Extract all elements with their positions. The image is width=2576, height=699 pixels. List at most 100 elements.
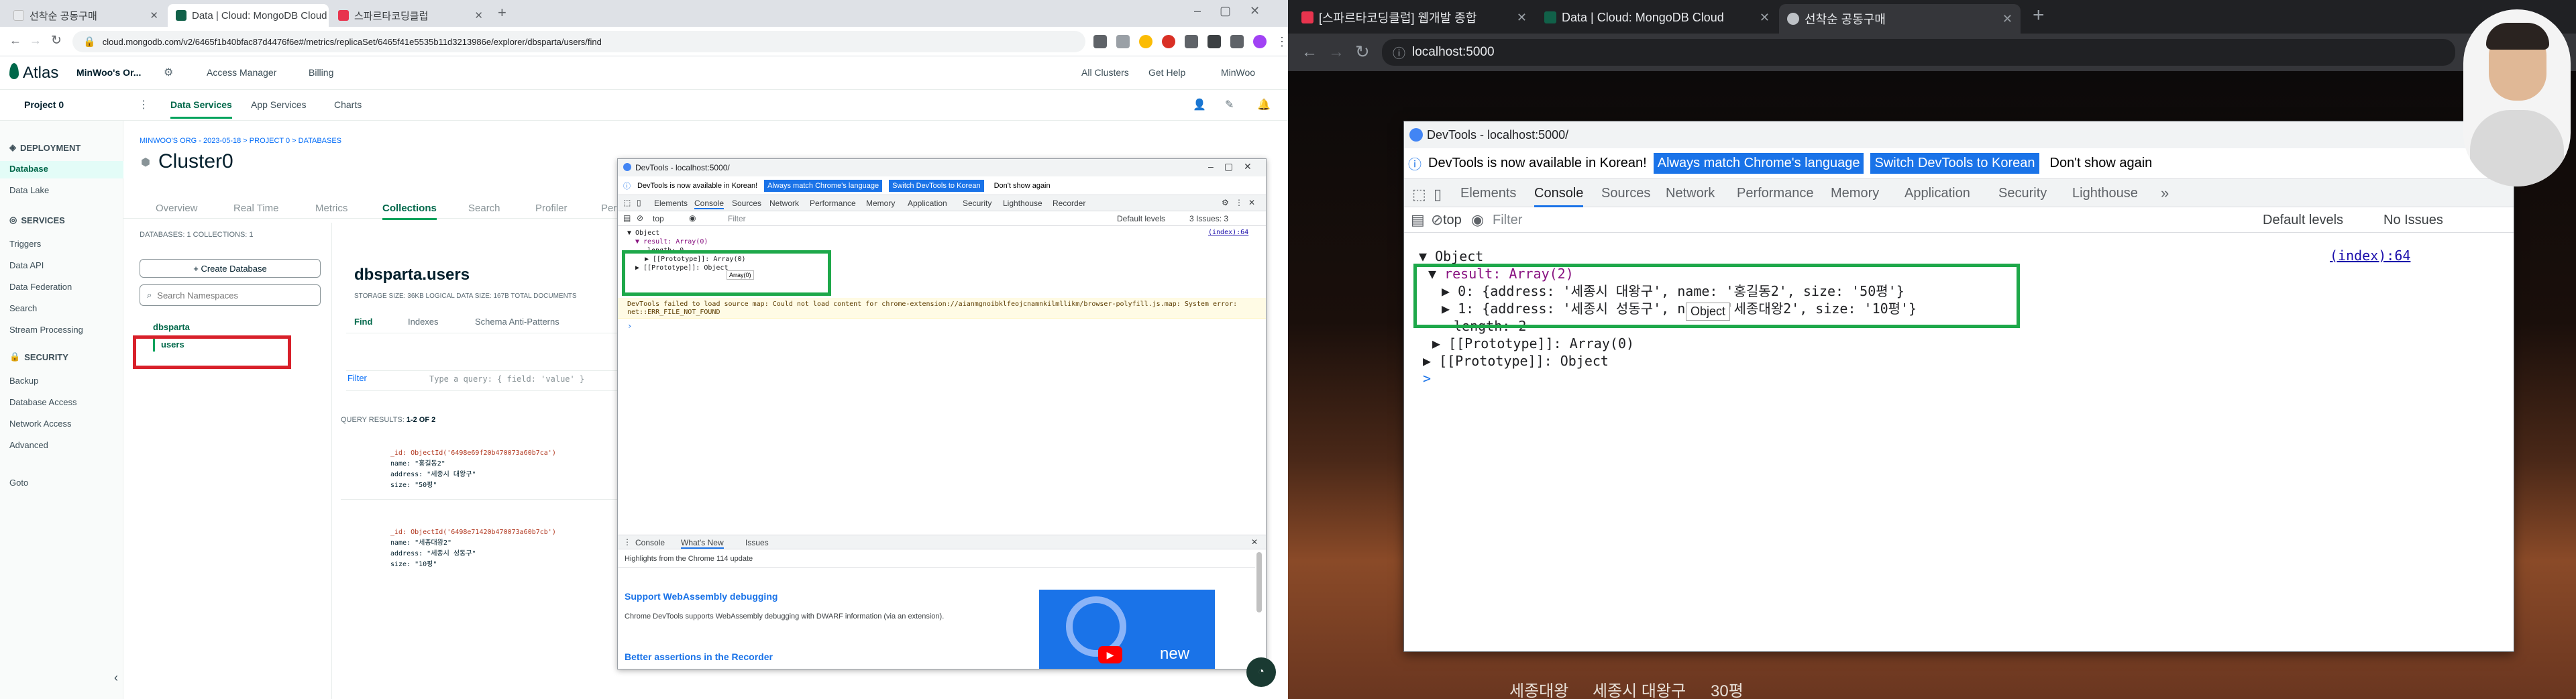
tab-performance[interactable]: Per	[601, 203, 616, 214]
sidebar-icon[interactable]	[1230, 35, 1244, 48]
org-selector[interactable]: MinWoo's Or...	[76, 67, 141, 78]
sidebar-item-data-api[interactable]: Data API	[9, 260, 44, 270]
clear-console-icon[interactable]: ⊘	[637, 213, 643, 223]
tab-lighthouse[interactable]: Lighthouse	[1003, 199, 1042, 208]
right-tab-0[interactable]: [스파르타코딩클럽] 웹개발 종합 ✕	[1293, 4, 1535, 31]
sidebar-item-database[interactable]: Database	[9, 164, 48, 174]
feature-link-recorder[interactable]: Better assertions in the Recorder	[625, 651, 773, 662]
levels-dropdown[interactable]: Default levels	[1117, 214, 1165, 223]
tab-application[interactable]: Application	[1904, 186, 1970, 201]
device-icon[interactable]: ▯	[637, 198, 641, 207]
always-match-button[interactable]: Always match Chrome's language	[764, 179, 883, 192]
sidebar-item-network-access[interactable]: Network Access	[9, 419, 71, 429]
console-line[interactable]: ▼ Object	[1419, 248, 1917, 265]
sidebar-item-data-lake[interactable]: Data Lake	[9, 185, 49, 195]
sidebar-toggle-icon[interactable]: ▤	[623, 213, 631, 223]
tab-collections[interactable]: Collections	[382, 203, 437, 220]
tab-security[interactable]: Security	[1998, 186, 2047, 201]
close-icon[interactable]: ✕	[474, 9, 483, 21]
document-card-1[interactable]: _id: ObjectId('6498e71420b470073a60b7cb'…	[390, 527, 556, 570]
inspect-icon[interactable]: ⬚	[1412, 186, 1426, 203]
tab-console[interactable]: Console	[1534, 186, 1584, 207]
youtube-play-icon[interactable]: ▶	[1098, 646, 1122, 663]
tab-memory[interactable]: Memory	[1831, 186, 1879, 201]
close-icon[interactable]: ✕	[1248, 198, 1255, 207]
close-icon[interactable]: ✕	[2002, 12, 2012, 26]
back-icon[interactable]: ←	[1301, 43, 1318, 62]
sidebar-item-search[interactable]: Search	[9, 303, 37, 313]
context-selector[interactable]: top	[653, 214, 664, 223]
forward-icon[interactable]: →	[30, 34, 42, 48]
tab-indexes[interactable]: Indexes	[408, 317, 439, 327]
tab-metrics[interactable]: Metrics	[315, 203, 347, 214]
tab-sources[interactable]: Sources	[1601, 186, 1650, 201]
drawer-tab-console[interactable]: Console	[635, 538, 665, 547]
filter-label[interactable]: Filter	[347, 373, 367, 383]
issues-badge[interactable]: No Issues	[2383, 213, 2443, 228]
left-tab-1[interactable]: Data | Cloud: MongoDB Cloud ✕	[168, 4, 329, 27]
breadcrumb[interactable]: MINWOO'S ORG - 2023-05-18 > PROJECT 0 > …	[140, 137, 341, 145]
reload-icon[interactable]: ↻	[51, 33, 62, 48]
source-link[interactable]: (index):64	[2330, 248, 2410, 264]
console-filter-input[interactable]: Filter	[1493, 213, 1522, 228]
nav-tab-data-services[interactable]: Data Services	[170, 99, 232, 119]
project-kebab-icon[interactable]: ⋮	[138, 98, 149, 111]
tab-lighthouse[interactable]: Lighthouse	[2072, 186, 2138, 201]
tab-network[interactable]: Network	[769, 199, 799, 208]
forward-icon[interactable]: →	[1328, 43, 1344, 62]
menu-kebab-icon[interactable]: ⋮	[1276, 35, 1288, 49]
more-tabs-icon[interactable]: »	[2161, 184, 2169, 202]
device-icon[interactable]: ▯	[1434, 186, 1442, 203]
chat-bubble-icon[interactable]: ◔	[1246, 657, 1276, 687]
issues-badge[interactable]: 3 Issues: 3	[1189, 214, 1228, 223]
tab-real-time[interactable]: Real Time	[233, 203, 279, 214]
nav-tab-charts[interactable]: Charts	[334, 99, 362, 110]
tab-schema-anti-patterns[interactable]: Schema Anti-Patterns	[475, 317, 559, 327]
close-drawer-icon[interactable]: ✕	[1251, 537, 1258, 547]
whats-new-video-thumbnail[interactable]: ▶ new	[1039, 590, 1215, 669]
extension-icon[interactable]	[1162, 35, 1175, 48]
sidebar-item-stream-processing[interactable]: Stream Processing	[9, 325, 83, 335]
console-line[interactable]: ▼ result: Array(0)	[627, 237, 746, 246]
dont-show-button[interactable]: Don't show again	[2046, 153, 2157, 174]
atlas-logo[interactable]: Atlas	[23, 64, 58, 83]
console-prompt-icon[interactable]: ›	[627, 321, 632, 331]
right-tab-2-active[interactable]: 선착순 공동구매 ✕	[1779, 4, 2021, 34]
tab-overview[interactable]: Overview	[156, 203, 198, 214]
switch-korean-button[interactable]: Switch DevTools to Korean	[889, 179, 984, 192]
left-tab-0[interactable]: 선착순 공동구매 ✕	[5, 4, 166, 27]
feature-link-webassembly[interactable]: Support WebAssembly debugging	[625, 591, 777, 602]
inspect-icon[interactable]: ⬚	[623, 198, 631, 207]
new-tab-button[interactable]: +	[498, 4, 506, 21]
back-icon[interactable]: ←	[9, 34, 21, 48]
tab-network[interactable]: Network	[1666, 186, 1715, 201]
tab-find[interactable]: Find	[354, 317, 372, 327]
console-filter-input[interactable]: Filter	[728, 214, 746, 223]
console-line[interactable]: ▶ [[Prototype]]: Array(0)	[1419, 335, 1917, 352]
scrollbar[interactable]	[1256, 552, 1262, 612]
sidebar-item-goto[interactable]: Goto	[9, 478, 28, 488]
tab-memory[interactable]: Memory	[866, 199, 895, 208]
console-line[interactable]: ▼ Object	[627, 229, 746, 237]
source-link[interactable]: (index):64	[1208, 229, 1248, 236]
window-controls[interactable]: –▢✕	[1208, 161, 1263, 172]
share-icon[interactable]	[1116, 35, 1130, 48]
tab-elements[interactable]: Elements	[654, 199, 688, 208]
eye-icon[interactable]: ◉	[1471, 211, 1484, 229]
all-clusters-link[interactable]: All Clusters	[1081, 67, 1129, 78]
tab-elements[interactable]: Elements	[1460, 186, 1516, 201]
close-icon[interactable]: ✕	[1760, 11, 1770, 25]
clear-console-icon[interactable]: ⊘	[1431, 211, 1443, 229]
sidebar-item-advanced[interactable]: Advanced	[9, 440, 48, 450]
console-prompt[interactable]: >	[1419, 370, 1917, 387]
star-icon[interactable]	[1139, 35, 1152, 48]
notification-bell-icon[interactable]: 🔔	[1257, 98, 1271, 111]
right-tab-1[interactable]: Data | Cloud: MongoDB Cloud ✕	[1536, 4, 1778, 31]
tab-recorder[interactable]: Recorder	[1053, 199, 1085, 208]
tab-profiler[interactable]: Profiler	[535, 203, 568, 214]
reload-icon[interactable]: ↻	[1355, 42, 1370, 62]
tab-security[interactable]: Security	[963, 199, 991, 208]
document-card-0[interactable]: _id: ObjectId('6498e69f20b470073a60b7ca'…	[390, 448, 556, 491]
address-bar[interactable]: 🔒 cloud.mongodb.com/v2/6465f1b40bfac87d4…	[72, 31, 1085, 52]
tab-performance[interactable]: Performance	[810, 199, 856, 208]
